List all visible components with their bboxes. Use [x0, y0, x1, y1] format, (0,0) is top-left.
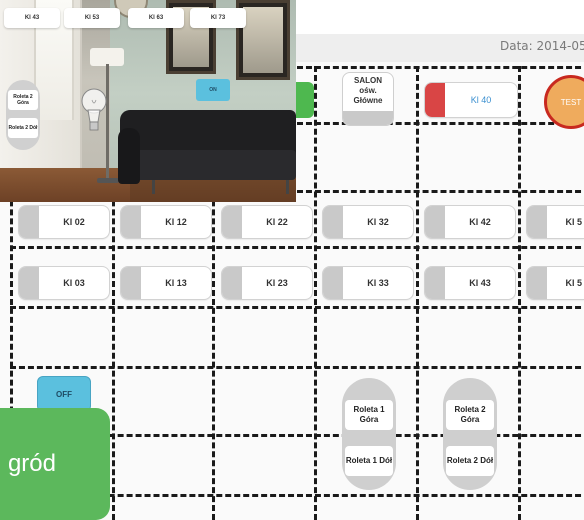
switch-kl-5y[interactable]: Kl 5 [526, 266, 584, 300]
lamp-indicator [121, 206, 141, 238]
lamp-indicator-on [425, 83, 445, 117]
lightbulb-icon[interactable] [80, 86, 108, 138]
switch-kl-5x[interactable]: Kl 5 [526, 205, 584, 239]
sofa-arm [118, 128, 140, 184]
photo-roleta-2-control: Roleta 2 Góra Roleta 2 Dół [6, 80, 40, 150]
roleta-1-up-button[interactable]: Roleta 1 Góra [345, 400, 393, 430]
photo-switch-kl-43[interactable]: Kl 43 [4, 8, 60, 28]
grid-line [518, 66, 521, 520]
switch-label: Kl 43 [469, 278, 491, 288]
switch-kl-40[interactable]: Kl 40 [424, 82, 518, 118]
test-label: TEST [560, 97, 582, 107]
sofa-leg [286, 180, 289, 194]
lamp-indicator [425, 267, 445, 299]
switch-label: Kl 23 [266, 278, 288, 288]
control-panel: Data: 2014-05- SALON ośw. Główne Kl 40 T… [0, 0, 584, 520]
photo-switch-kl-63[interactable]: Kl 63 [128, 8, 184, 28]
photo-switch-kl-73[interactable]: Kl 73 [190, 8, 246, 28]
roleta-2-up-button[interactable]: Roleta 2 Góra [446, 400, 494, 430]
switch-kl-02[interactable]: Kl 02 [18, 205, 110, 239]
switch-label: Kl 12 [165, 217, 187, 227]
switch-kl-23[interactable]: Kl 23 [221, 266, 313, 300]
lamp-indicator [19, 267, 39, 299]
grid-line [10, 306, 584, 309]
lamp-indicator [222, 267, 242, 299]
salon-main-light-button[interactable]: SALON ośw. Główne [342, 72, 394, 126]
photo-roleta-2-up-button[interactable]: Roleta 2 Góra [8, 90, 38, 110]
lamp-indicator [323, 267, 343, 299]
roleta-1-down-button[interactable]: Roleta 1 Dół [345, 446, 393, 476]
garden-button[interactable]: gród [0, 408, 110, 520]
switch-label: Kl 02 [63, 217, 85, 227]
switch-kl-32[interactable]: Kl 32 [322, 205, 414, 239]
on-button[interactable]: ON [196, 79, 230, 101]
lamp-indicator [323, 206, 343, 238]
switch-label: Kl 22 [266, 217, 288, 227]
floor-lamp-base [97, 178, 119, 183]
garden-label: gród [7, 450, 56, 477]
switch-label: Kl 32 [367, 217, 389, 227]
lamp-indicator [425, 206, 445, 238]
salon-label: SALON ośw. Główne [353, 76, 383, 105]
grid-line [416, 66, 419, 520]
switch-kl-12[interactable]: Kl 12 [120, 205, 212, 239]
lamp-indicator [121, 267, 141, 299]
grid-line [314, 66, 317, 520]
switch-label: Kl 42 [469, 217, 491, 227]
switch-kl-42[interactable]: Kl 42 [424, 205, 516, 239]
lamp-indicator [222, 206, 242, 238]
lamp-indicator [19, 206, 39, 238]
salon-lamp-indicator [343, 111, 393, 125]
switch-kl-43[interactable]: Kl 43 [424, 266, 516, 300]
photo-roleta-2-down-button[interactable]: Roleta 2 Dół [8, 118, 38, 138]
switch-label: Kl 5 [565, 278, 582, 288]
room-photo-panel: Kl 43 Kl 53 Kl 63 Kl 73 ON Roleta 2 Góra… [0, 0, 296, 202]
off-button[interactable]: OFF [37, 376, 91, 412]
switch-label: Kl 13 [165, 278, 187, 288]
switch-kl-03[interactable]: Kl 03 [18, 266, 110, 300]
on-label: ON [209, 87, 217, 93]
lamp-indicator [527, 206, 547, 238]
switch-kl-22[interactable]: Kl 22 [221, 205, 313, 239]
photo-switch-kl-53[interactable]: Kl 53 [64, 8, 120, 28]
switch-label: Kl 40 [470, 95, 492, 105]
switch-kl-13[interactable]: Kl 13 [120, 266, 212, 300]
grid-line [10, 246, 584, 249]
lamp-indicator [527, 267, 547, 299]
roleta-1-control: Roleta 1 Góra Roleta 1 Dół [342, 378, 396, 490]
switch-label: Kl 03 [63, 278, 85, 288]
sofa-seat [132, 150, 296, 180]
grid-line [10, 366, 584, 369]
roleta-2-control: Roleta 2 Góra Roleta 2 Dół [443, 378, 497, 490]
roleta-2-down-button[interactable]: Roleta 2 Dół [446, 446, 494, 476]
switch-kl-33[interactable]: Kl 33 [322, 266, 414, 300]
off-label: OFF [56, 389, 72, 399]
switch-label: Kl 5 [565, 217, 582, 227]
date-label: Data: 2014-05- [500, 39, 584, 53]
switch-label: Kl 33 [367, 278, 389, 288]
sofa-leg [152, 180, 155, 194]
